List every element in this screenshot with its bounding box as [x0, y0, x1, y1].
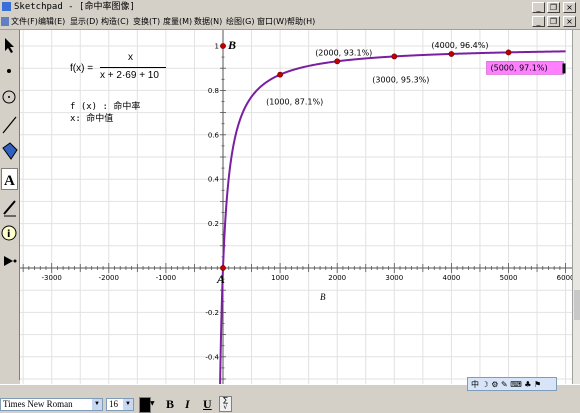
point-label[interactable]: (5000, 97.1%): [491, 63, 548, 72]
font-size-select[interactable]: 16 ▼: [106, 398, 134, 411]
font-family-select[interactable]: Times New Roman ▼: [0, 398, 103, 411]
sketch-canvas[interactable]: -3000-2000-1000100020003000400050006000 …: [20, 30, 572, 384]
menu-file[interactable]: 文件(F): [11, 15, 38, 28]
point-a-label: A: [217, 272, 226, 286]
caption-b: B: [320, 292, 326, 302]
menu-help[interactable]: 帮助(H): [287, 15, 315, 28]
italic-button[interactable]: I: [185, 397, 190, 412]
title-bar: Sketchpad - [命中率图像] _ ❐ ×: [0, 0, 580, 14]
y-tick-label: 0.8: [208, 87, 219, 95]
doc-restore-button[interactable]: ❐: [547, 16, 560, 27]
menu-data[interactable]: 数据(N): [194, 15, 222, 28]
formula-lhs: f(x) =: [70, 63, 94, 74]
chevron-down-icon: ▼: [92, 399, 102, 410]
minimize-button[interactable]: _: [532, 2, 545, 13]
curve-point[interactable]: [448, 51, 455, 57]
x-tick-label: -1000: [156, 274, 176, 282]
point-label[interactable]: (1000, 87.1%): [266, 98, 323, 107]
point-b[interactable]: [220, 43, 226, 49]
underline-button[interactable]: U: [203, 397, 212, 412]
chevron-down-icon: ▼: [123, 399, 133, 410]
formula-numerator: x: [128, 52, 133, 63]
x-tick-labels: -3000 -2000 -1000 1000 2000 3000 4000 5000 6000: [22, 263, 572, 282]
text-cursor: [562, 63, 566, 74]
close-button[interactable]: ×: [563, 2, 576, 13]
scroll-thumb[interactable]: [574, 290, 580, 320]
polygon-icon[interactable]: [1, 140, 18, 162]
text-icon[interactable]: A: [1, 168, 18, 190]
menu-construct[interactable]: 构造(C): [101, 15, 129, 28]
note-line-2[interactable]: x: 命中值: [70, 111, 113, 124]
x-tick-label: 2000: [328, 274, 346, 282]
straightedge-icon[interactable]: [1, 114, 18, 136]
fraction-bar: [100, 67, 166, 68]
curve-point[interactable]: [334, 58, 341, 65]
x-tick-label: -2000: [99, 274, 119, 282]
x-tick-label: 1000: [271, 274, 289, 282]
point-labels: (1000, 87.1%) (2000, 93.1%) (3000, 95.3%) (…: [266, 41, 566, 107]
y-tick-label: 1: [215, 43, 219, 51]
y-tick-label: -0.4: [205, 353, 219, 361]
restore-button[interactable]: ❐: [547, 2, 560, 13]
vertical-scrollbar[interactable]: [572, 30, 580, 384]
curve-point[interactable]: [505, 49, 512, 56]
symbol-palette-icon[interactable]: ∑ √: [219, 396, 232, 412]
svg-text:A: A: [4, 173, 15, 189]
svg-text:i: i: [7, 229, 10, 240]
x-tick-label: 6000: [557, 274, 572, 282]
x-tick-label: 5000: [500, 274, 518, 282]
y-tick-label: 0.2: [208, 220, 219, 228]
ime-toolbar[interactable]: 中 ☽ ⚙ ✎ ⌨ ♣ ⚑: [467, 377, 557, 391]
function-formula[interactable]: f(x) = x x + 2·69 + 10: [70, 52, 190, 92]
marker-icon[interactable]: [1, 196, 18, 218]
point-icon[interactable]: [1, 60, 18, 82]
x-tick-label: 4000: [442, 274, 460, 282]
curve-point[interactable]: [391, 53, 398, 60]
menu-measure[interactable]: 度量(M): [163, 15, 192, 28]
arrow-select-icon[interactable]: [1, 34, 18, 56]
y-tick-label: 0.6: [208, 131, 220, 139]
doc-minimize-button[interactable]: _: [532, 16, 545, 27]
formula-denominator: x + 2·69 + 10: [100, 70, 159, 81]
point-label[interactable]: (4000, 96.4%): [431, 41, 488, 50]
information-icon[interactable]: i: [1, 222, 18, 244]
custom-tool-icon[interactable]: [1, 250, 18, 272]
menu-transform[interactable]: 变换(T): [133, 15, 160, 28]
color-dropdown-icon[interactable]: ▼: [150, 397, 158, 411]
curve-point[interactable]: [277, 71, 283, 78]
menu-window[interactable]: 窗口(W): [257, 15, 287, 28]
menu-edit[interactable]: 编辑(E): [38, 15, 65, 28]
menu-display[interactable]: 显示(D): [70, 15, 98, 28]
window-title: Sketchpad - [命中率图像]: [14, 2, 135, 12]
compass-icon[interactable]: [1, 86, 18, 108]
app-icon: [2, 2, 11, 11]
point-label[interactable]: (2000, 93.1%): [315, 48, 372, 57]
curve-point[interactable]: [220, 265, 226, 271]
point-label[interactable]: (3000, 95.3%): [372, 75, 429, 84]
x-tick-label: 3000: [385, 274, 403, 282]
x-tick-label: -3000: [42, 274, 62, 282]
font-family-value: Times New Roman: [3, 399, 73, 409]
y-tick-label: 0.4: [208, 176, 220, 184]
y-tick-label: -0.2: [205, 309, 219, 317]
doc-icon: [1, 17, 9, 26]
point-b-label: B: [228, 38, 237, 52]
bold-button[interactable]: B: [166, 397, 174, 412]
font-size-value: 16: [109, 399, 118, 409]
menu-bar: 文件(F) 编辑(E) 显示(D) 构造(C) 变换(T) 度量(M) 数据(N…: [0, 14, 580, 30]
toolbox: A i: [0, 30, 20, 380]
doc-close-button[interactable]: ×: [563, 16, 576, 27]
menu-graph[interactable]: 绘图(G): [226, 15, 254, 28]
